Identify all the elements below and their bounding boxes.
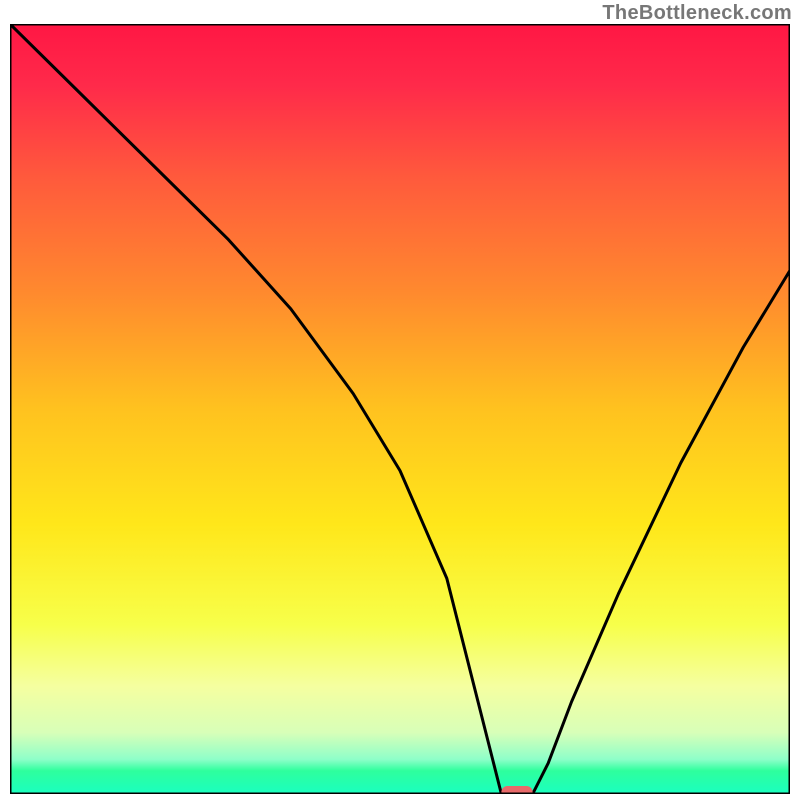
bottleneck-chart xyxy=(10,24,790,794)
watermark-text: TheBottleneck.com xyxy=(602,2,792,25)
chart-container: TheBottleneck.com xyxy=(0,0,800,800)
